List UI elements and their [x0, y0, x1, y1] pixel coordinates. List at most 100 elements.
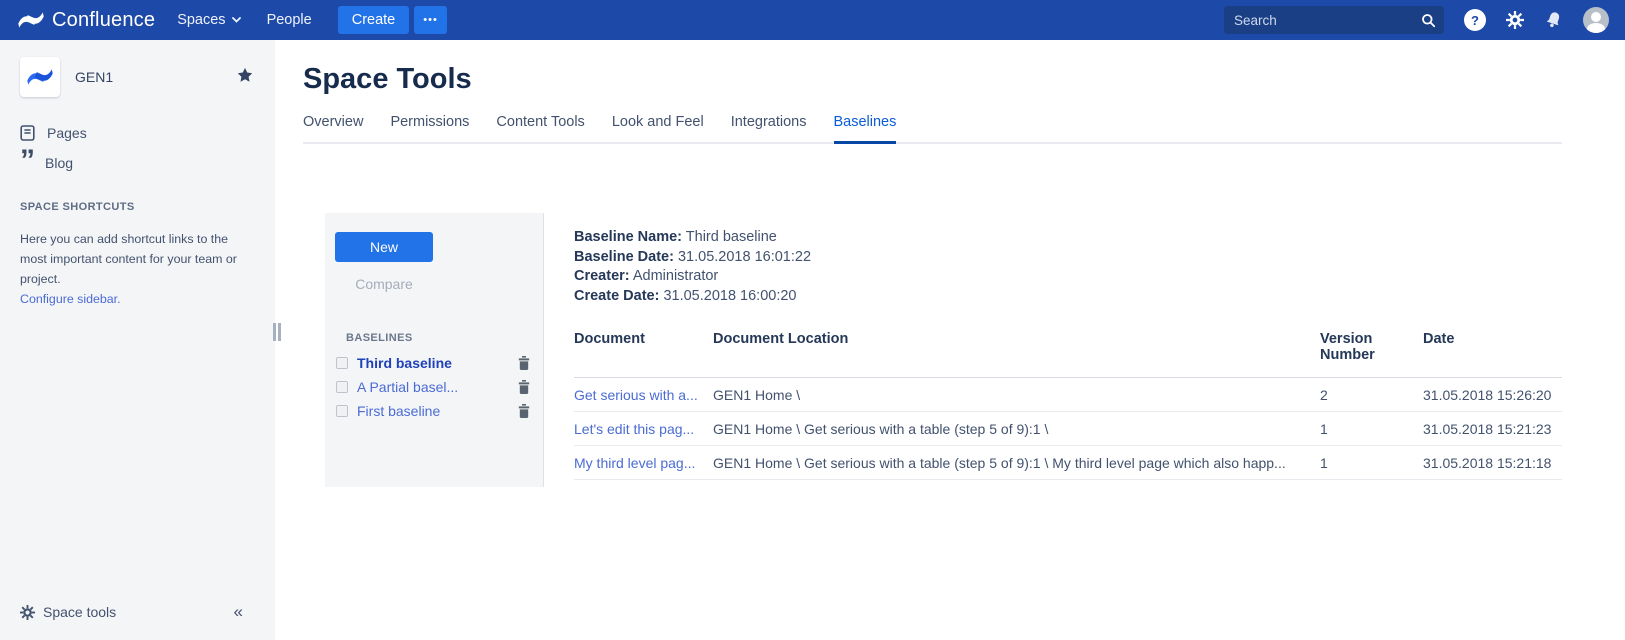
space-shortcuts-description: Here you can add shortcut links to the m… — [20, 232, 237, 286]
col-date: Date — [1423, 328, 1562, 378]
baseline-link[interactable]: A Partial basel... — [357, 379, 518, 395]
confluence-brand[interactable]: Confluence — [18, 9, 155, 32]
col-version-number: Version Number — [1320, 328, 1423, 378]
baseline-date-row: Baseline Date: 31.05.2018 16:01:22 — [574, 248, 1562, 268]
top-navigation-bar: Confluence Spaces People Create ••• ? — [0, 0, 1625, 40]
sidebar-nav: Pages ” Blog — [20, 125, 261, 171]
nav-people-label: People — [267, 12, 312, 28]
tab-integrations[interactable]: Integrations — [731, 114, 807, 144]
tab-baselines[interactable]: Baselines — [834, 114, 897, 144]
chevron-down-icon — [232, 17, 241, 23]
document-link[interactable]: Let's edit this pag... — [574, 421, 694, 437]
delete-baseline-button[interactable] — [518, 404, 530, 418]
user-avatar[interactable] — [1583, 7, 1609, 33]
pages-icon — [20, 125, 35, 141]
sidebar-item-pages[interactable]: Pages — [20, 125, 261, 141]
delete-baseline-button[interactable] — [518, 380, 530, 394]
favorite-star-icon[interactable] — [237, 67, 253, 88]
nav-people[interactable]: People — [267, 12, 312, 28]
baseline-link[interactable]: Third baseline — [357, 355, 518, 371]
document-location: GEN1 Home \ Get serious with a table (st… — [713, 412, 1320, 446]
topbar-right: ? — [1224, 6, 1609, 34]
settings-gear-icon[interactable] — [1506, 11, 1524, 29]
documents-table-header: Document Document Location Version Numbe… — [574, 328, 1562, 378]
space-shortcuts-heading: SPACE SHORTCUTS — [20, 201, 261, 213]
baselines-list-heading: BASELINES — [346, 332, 543, 344]
collapse-sidebar-icon[interactable]: « — [234, 602, 243, 622]
search-input[interactable] — [1234, 13, 1421, 28]
confluence-logo-icon — [18, 9, 44, 31]
baseline-checkbox[interactable] — [336, 381, 348, 393]
space-shortcuts-text: Here you can add shortcut links to the m… — [20, 229, 252, 309]
space-tools-gear-icon — [20, 605, 35, 620]
baseline-list-item: First baseline — [325, 399, 543, 423]
meta-label: Baseline Date: — [574, 249, 674, 265]
search-box[interactable] — [1224, 6, 1444, 34]
documents-table: Document Document Location Version Numbe… — [574, 328, 1562, 480]
sidebar-footer: Space tools « — [20, 602, 261, 622]
table-row: Get serious with a... GEN1 Home \ 2 31.0… — [574, 378, 1562, 412]
creater-row: Creater: Administrator — [574, 267, 1562, 287]
compare-button[interactable]: Compare — [335, 272, 433, 296]
baseline-checkbox[interactable] — [336, 357, 348, 369]
baselines-list: Third baseline A Partial basel... — [325, 351, 543, 423]
main-content: Space Tools Overview Permissions Content… — [275, 40, 1625, 640]
document-date: 31.05.2018 15:21:18 — [1423, 446, 1562, 480]
meta-label: Baseline Name: — [574, 229, 682, 245]
version-number: 2 — [1320, 378, 1423, 412]
col-document: Document — [574, 328, 713, 378]
document-date: 31.05.2018 15:21:23 — [1423, 412, 1562, 446]
table-row: Let's edit this pag... GEN1 Home \ Get s… — [574, 412, 1562, 446]
notifications-bell-icon[interactable] — [1544, 11, 1563, 30]
trash-icon — [518, 404, 530, 418]
space-sidebar: GEN1 Pages ” Blog — [0, 40, 275, 640]
avatar-body — [1587, 23, 1605, 33]
baseline-checkbox[interactable] — [336, 405, 348, 417]
tab-content-tools[interactable]: Content Tools — [496, 114, 584, 144]
nav-spaces[interactable]: Spaces — [177, 12, 240, 28]
tab-overview[interactable]: Overview — [303, 114, 363, 144]
page-title: Space Tools — [303, 63, 1562, 96]
create-button[interactable]: Create — [338, 6, 410, 34]
nav-spaces-label: Spaces — [177, 12, 225, 28]
meta-value: 31.05.2018 16:01:22 — [678, 249, 811, 265]
meta-value: Third baseline — [686, 229, 777, 245]
blog-quotes-icon: ” — [20, 156, 33, 170]
baseline-name-row: Baseline Name: Third baseline — [574, 228, 1562, 248]
table-row: My third level pag... GEN1 Home \ Get se… — [574, 446, 1562, 480]
baselines-panel: New Compare BASELINES Third baseline — [325, 213, 544, 487]
document-link[interactable]: Get serious with a... — [574, 387, 698, 403]
space-logo-icon[interactable] — [20, 57, 60, 97]
sidebar-resize-handle[interactable] — [273, 323, 281, 341]
help-icon[interactable]: ? — [1464, 9, 1486, 31]
brand-name: Confluence — [52, 9, 155, 32]
version-number: 1 — [1320, 412, 1423, 446]
search-icon — [1421, 13, 1436, 28]
space-tools-tabs: Overview Permissions Content Tools Look … — [303, 114, 1562, 144]
baseline-details: Baseline Name: Third baseline Baseline D… — [544, 213, 1562, 487]
top-nav: Spaces People — [177, 12, 312, 28]
meta-label: Create Date: — [574, 288, 659, 304]
space-header: GEN1 — [20, 57, 261, 97]
trash-icon — [518, 380, 530, 394]
create-date-row: Create Date: 31.05.2018 16:00:20 — [574, 287, 1562, 307]
version-number: 1 — [1320, 446, 1423, 480]
tab-permissions[interactable]: Permissions — [390, 114, 469, 144]
baseline-list-item: A Partial basel... — [325, 375, 543, 399]
new-baseline-button[interactable]: New — [335, 232, 433, 262]
configure-sidebar-link[interactable]: Configure sidebar. — [20, 292, 121, 306]
avatar-head — [1591, 12, 1601, 22]
sidebar-item-blog[interactable]: ” Blog — [20, 155, 261, 171]
tab-look-and-feel[interactable]: Look and Feel — [612, 114, 704, 144]
space-tools-label[interactable]: Space tools — [43, 604, 116, 620]
more-actions-button[interactable]: ••• — [414, 6, 447, 34]
document-location: GEN1 Home \ Get serious with a table (st… — [713, 446, 1320, 480]
delete-baseline-button[interactable] — [518, 356, 530, 370]
document-link[interactable]: My third level pag... — [574, 455, 695, 471]
space-name: GEN1 — [75, 69, 113, 85]
document-location: GEN1 Home \ — [713, 378, 1320, 412]
document-date: 31.05.2018 15:26:20 — [1423, 378, 1562, 412]
baseline-link[interactable]: First baseline — [357, 403, 518, 419]
baseline-list-item: Third baseline — [325, 351, 543, 375]
col-document-location: Document Location — [713, 328, 1320, 378]
